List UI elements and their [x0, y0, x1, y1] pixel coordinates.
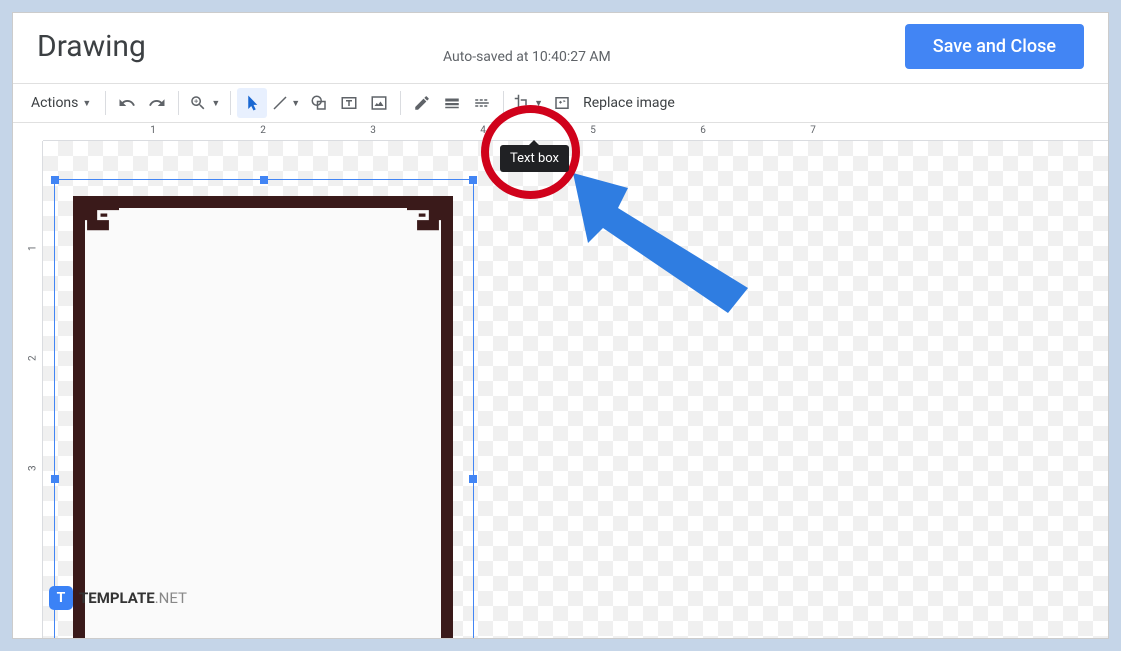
resize-handle[interactable] — [469, 475, 477, 483]
shape-tool[interactable] — [304, 88, 334, 118]
cursor-icon — [243, 94, 261, 112]
redo-button[interactable] — [142, 88, 172, 118]
undo-button[interactable] — [112, 88, 142, 118]
redo-icon — [148, 94, 166, 112]
shape-icon — [310, 94, 328, 112]
ruler-mark: 3 — [28, 465, 39, 471]
watermark-brand: TEMPLATE — [79, 589, 155, 607]
caret-icon: ▼ — [82, 98, 91, 109]
horizontal-ruler: 1 2 3 4 5 6 7 — [43, 123, 1108, 141]
ruler-mark: 2 — [260, 125, 266, 136]
actions-menu[interactable]: Actions ▼ — [23, 88, 99, 118]
pencil-icon — [413, 94, 431, 112]
border-color-button[interactable] — [407, 88, 437, 118]
textbox-tool[interactable] — [334, 88, 364, 118]
reset-icon — [553, 94, 571, 112]
drawing-canvas[interactable] — [43, 141, 1108, 638]
resize-handle[interactable] — [469, 176, 477, 184]
watermark-badge: T — [49, 586, 73, 610]
vertical-ruler: 1 2 3 — [13, 141, 43, 638]
image-icon — [370, 94, 388, 112]
ruler-mark: 1 — [150, 125, 156, 136]
ruler-mark: 2 — [28, 355, 39, 361]
separator — [178, 91, 179, 115]
watermark: T TEMPLATE.NET — [49, 586, 187, 610]
ruler-mark: 6 — [700, 125, 706, 136]
textbox-tooltip: Text box — [500, 145, 569, 172]
replace-image-button[interactable]: Replace image — [583, 95, 675, 111]
caret-icon: ▼ — [291, 98, 300, 109]
ruler-mark: 7 — [810, 125, 816, 136]
zoom-icon — [189, 94, 207, 112]
caret-icon: ▼ — [211, 98, 220, 109]
reset-image-button[interactable] — [547, 88, 577, 118]
watermark-suffix: .NET — [155, 589, 187, 607]
canvas-area: 1 2 3 4 5 6 7 1 2 3 — [13, 123, 1108, 638]
border-dash-button[interactable] — [467, 88, 497, 118]
autosave-status: Auto-saved at 10:40:27 AM — [443, 49, 611, 65]
separator — [105, 91, 106, 115]
resize-handle[interactable] — [51, 475, 59, 483]
dialog-title: Drawing — [37, 29, 146, 64]
ruler-mark: 4 — [480, 125, 486, 136]
ruler-mark: 3 — [370, 125, 376, 136]
ruler-mark: 5 — [590, 125, 596, 136]
resize-handle[interactable] — [51, 176, 59, 184]
separator — [230, 91, 231, 115]
toolbar: Actions ▼ ▼ ▼ — [13, 83, 1108, 123]
line-weight-icon — [443, 94, 461, 112]
separator — [503, 91, 504, 115]
zoom-button[interactable]: ▼ — [185, 88, 224, 118]
line-icon — [271, 94, 289, 112]
dialog-header: Drawing Auto-saved at 10:40:27 AM Save a… — [13, 13, 1108, 83]
crop-icon — [514, 94, 532, 112]
caret-icon: ▼ — [534, 98, 543, 109]
crop-button[interactable]: ▼ — [510, 88, 547, 118]
save-and-close-button[interactable]: Save and Close — [905, 24, 1084, 69]
line-dash-icon — [473, 94, 491, 112]
textbox-icon — [340, 94, 358, 112]
outer-frame: Drawing Auto-saved at 10:40:27 AM Save a… — [0, 0, 1121, 651]
separator — [400, 91, 401, 115]
resize-handle[interactable] — [260, 176, 268, 184]
undo-icon — [118, 94, 136, 112]
select-tool[interactable] — [237, 88, 267, 118]
selection-box[interactable] — [54, 179, 474, 639]
drawing-dialog: Drawing Auto-saved at 10:40:27 AM Save a… — [12, 12, 1109, 639]
actions-label: Actions — [31, 95, 78, 111]
image-tool[interactable] — [364, 88, 394, 118]
border-weight-button[interactable] — [437, 88, 467, 118]
ruler-mark: 1 — [28, 245, 39, 251]
line-tool[interactable]: ▼ — [267, 88, 304, 118]
